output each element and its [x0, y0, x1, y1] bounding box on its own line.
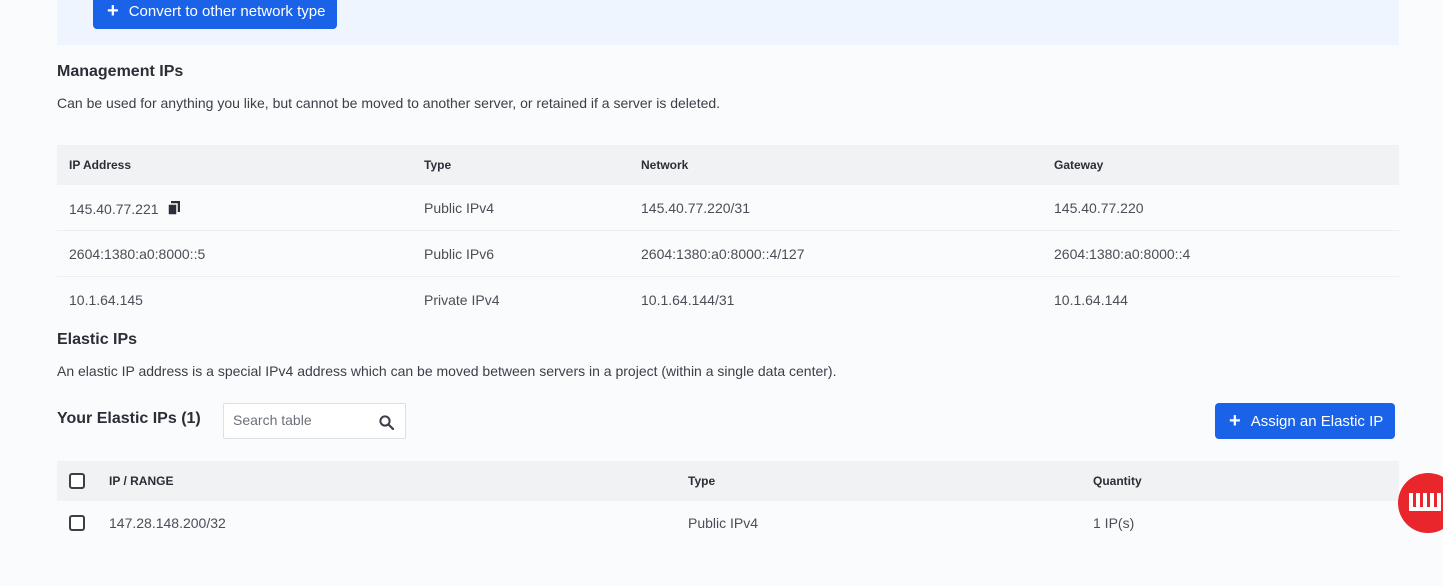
management-ips-table: IP Address Type Network Gateway 145.40.7…: [57, 145, 1399, 323]
elastic-ips-table: IP / RANGE Type Quantity 147.28.148.200/…: [57, 461, 1399, 545]
col-ip-range: IP / RANGE: [109, 474, 174, 488]
type-cell: Private IPv4: [424, 292, 500, 308]
your-elastic-ips-title: Your Elastic IPs (1): [57, 410, 201, 427]
elastic-ips-description: An elastic IP address is a special IPv4 …: [57, 363, 837, 379]
table-header: IP Address Type Network Gateway: [57, 145, 1399, 185]
gateway-cell: 145.40.77.220: [1054, 200, 1144, 216]
col-gateway: Gateway: [1054, 158, 1104, 172]
gateway-cell: 2604:1380:a0:8000::4: [1054, 246, 1191, 262]
col-type: Type: [688, 474, 716, 488]
quantity-cell: 1 IP(s): [1093, 515, 1135, 531]
table-row: 10.1.64.145 Private IPv4 10.1.64.144/31 …: [57, 277, 1399, 323]
type-cell: Public IPv4: [688, 515, 759, 531]
ip-address-cell: 145.40.77.221: [69, 200, 182, 217]
assign-elastic-ip-button[interactable]: + Assign an Elastic IP: [1215, 403, 1396, 439]
table-row: 2604:1380:a0:8000::5 Public IPv6 2604:13…: [57, 231, 1399, 277]
network-type-banner: + Convert to other network type: [57, 0, 1399, 45]
table-row: 145.40.77.221 Public IPv4 145.40.77.220/…: [57, 185, 1399, 231]
search-table-box: [223, 403, 406, 439]
copy-icon[interactable]: [168, 201, 182, 215]
type-cell: Public IPv4: [424, 200, 495, 216]
search-icon[interactable]: [379, 415, 395, 435]
network-cell: 145.40.77.220/31: [641, 200, 750, 216]
type-cell: Public IPv6: [424, 246, 495, 262]
ip-address-text[interactable]: 145.40.77.221: [69, 201, 159, 217]
row-checkbox[interactable]: [69, 515, 85, 531]
col-quantity: Quantity: [1093, 474, 1142, 488]
management-ips-title: Management IPs: [57, 63, 184, 80]
table-row: 147.28.148.200/32 Public IPv4 1 IP(s): [57, 501, 1399, 545]
select-all-checkbox[interactable]: [69, 473, 85, 489]
plus-icon: +: [1229, 410, 1241, 432]
ip-address-cell[interactable]: 10.1.64.145: [69, 292, 143, 308]
convert-button-label: Convert to other network type: [128, 2, 326, 20]
elastic-ips-title: Elastic IPs: [57, 331, 138, 348]
ip-range-cell[interactable]: 147.28.148.200/32: [109, 515, 226, 531]
table-header: IP / RANGE Type Quantity: [57, 461, 1399, 501]
management-ips-description: Can be used for anything you like, but c…: [57, 95, 721, 111]
plus-icon: +: [107, 0, 119, 22]
assign-button-label: Assign an Elastic IP: [1250, 412, 1384, 430]
convert-network-type-button[interactable]: + Convert to other network type: [93, 0, 338, 29]
equinix-logo-icon[interactable]: [1398, 473, 1443, 533]
col-type: Type: [424, 158, 452, 172]
col-ip-address: IP Address: [69, 158, 132, 172]
network-cell: 2604:1380:a0:8000::4/127: [641, 246, 805, 262]
col-network: Network: [641, 158, 689, 172]
network-cell: 10.1.64.144/31: [641, 292, 735, 308]
gateway-cell: 10.1.64.144: [1054, 292, 1128, 308]
ip-address-cell[interactable]: 2604:1380:a0:8000::5: [69, 246, 205, 262]
search-input[interactable]: [233, 412, 373, 428]
